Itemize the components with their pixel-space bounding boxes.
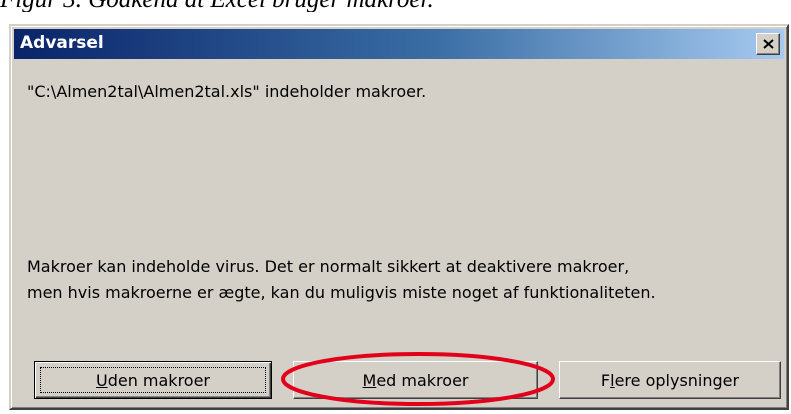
figure-caption: Figur 3. Godkend at Excel bruger makroer… xyxy=(0,0,791,12)
warning-dialog: Advarsel "C:\Almen2tal\Almen2tal.xls" in… xyxy=(9,24,789,410)
title-bar[interactable]: Advarsel xyxy=(14,29,784,59)
disable-macros-button[interactable]: Uden makroer xyxy=(34,361,272,399)
enable-macros-label: Med makroer xyxy=(362,370,469,390)
close-button[interactable] xyxy=(756,33,780,55)
file-path-message: "C:\Almen2tal\Almen2tal.xls" indeholder … xyxy=(27,82,427,101)
virus-warning-message: Makroer kan indeholde virus. Det er norm… xyxy=(27,254,656,306)
focus-ring xyxy=(40,367,266,393)
warning-line-1: Makroer kan indeholde virus. Det er norm… xyxy=(27,257,630,276)
enable-macros-button[interactable]: Med makroer xyxy=(293,361,538,399)
close-icon xyxy=(763,39,774,49)
dialog-title: Advarsel xyxy=(20,33,104,53)
more-info-label: Flere oplysninger xyxy=(600,370,740,390)
warning-line-2: men hvis makroerne er ægte, kan du mulig… xyxy=(27,283,656,302)
more-info-button[interactable]: Flere oplysninger xyxy=(559,361,781,399)
